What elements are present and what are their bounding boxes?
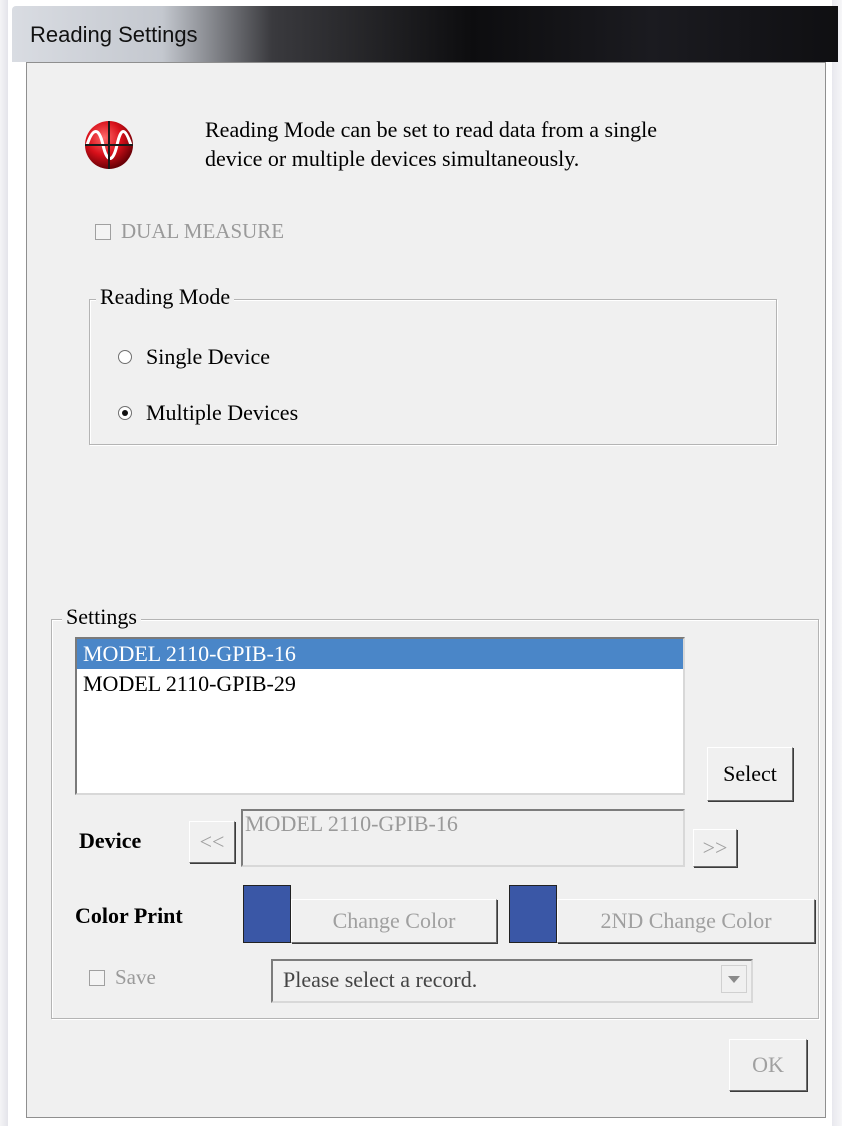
color-swatch-2 (509, 885, 557, 943)
window-edge-right (832, 0, 842, 1126)
list-item[interactable]: MODEL 2110-GPIB-29 (77, 669, 683, 699)
radio-label: Single Device (146, 344, 271, 369)
title-bar[interactable]: Reading Settings (12, 6, 838, 62)
prev-device-button[interactable]: << (189, 821, 235, 863)
change-color-2-button[interactable]: 2ND Change Color (557, 899, 815, 943)
dual-measure-checkbox[interactable]: DUAL MEASURE (95, 219, 284, 244)
chevron-down-icon[interactable] (721, 965, 747, 993)
save-label: Save (115, 965, 156, 989)
description-text: Reading Mode can be set to read data fro… (205, 115, 657, 173)
color-print-label: Color Print (75, 903, 183, 928)
window-title: Reading Settings (30, 22, 198, 47)
dual-measure-label: DUAL MEASURE (121, 219, 285, 243)
settings-legend: Settings (62, 604, 141, 630)
description-line-1: Reading Mode can be set to read data fro… (205, 117, 658, 142)
device-field[interactable]: MODEL 2110-GPIB-16 (241, 809, 685, 867)
checkbox-box[interactable] (95, 223, 111, 240)
waveform-icon (85, 121, 133, 169)
record-select[interactable]: Please select a record. (271, 959, 753, 1003)
select-button[interactable]: Select (707, 747, 793, 801)
change-color-button[interactable]: Change Color (291, 899, 497, 943)
radio-single-device[interactable]: Single Device (118, 344, 270, 370)
color-swatch-1 (243, 885, 291, 943)
ok-button[interactable]: OK (729, 1039, 807, 1091)
description-line-2: device or multiple devices simultaneousl… (205, 146, 580, 171)
device-label: Device (79, 828, 142, 853)
radio-label: Multiple Devices (146, 400, 299, 425)
dialog-body: Reading Mode can be set to read data fro… (26, 62, 826, 1118)
save-checkbox[interactable]: Save (89, 965, 156, 990)
window-edge-left (0, 0, 8, 1126)
radio-button[interactable] (118, 406, 132, 420)
reading-mode-legend: Reading Mode (96, 284, 235, 310)
next-device-button[interactable]: >> (693, 829, 737, 867)
radio-multiple-devices[interactable]: Multiple Devices (118, 400, 298, 426)
list-item[interactable]: MODEL 2110-GPIB-16 (77, 639, 683, 669)
checkbox-box[interactable] (89, 969, 105, 986)
reading-mode-group: Reading Mode Single Device Multiple Devi… (89, 284, 777, 445)
radio-button[interactable] (118, 350, 132, 364)
device-listbox[interactable]: MODEL 2110-GPIB-16 MODEL 2110-GPIB-29 (75, 637, 685, 795)
record-select-value: Please select a record. (283, 967, 478, 992)
